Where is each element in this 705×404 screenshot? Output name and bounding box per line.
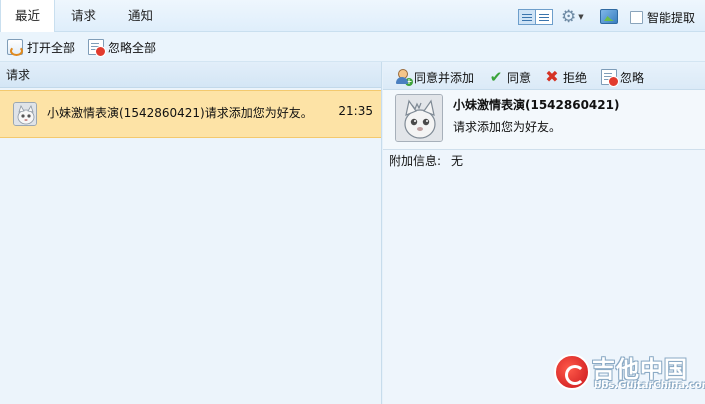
ignore-all-button[interactable]: 忽略全部 — [88, 38, 157, 57]
action-toolbar: 打开全部 忽略全部 — [0, 32, 705, 62]
agree-button[interactable]: ✔ 同意 — [488, 68, 531, 86]
agree-label: 同意 — [507, 70, 532, 85]
smart-extract-checkbox[interactable] — [630, 10, 643, 24]
requester-profile: 小妹激情表演(1542860421) 请求添加您为好友。 — [383, 90, 705, 150]
smart-extract-label: 智能提取 — [647, 10, 696, 25]
ignore-button[interactable]: 忽略 — [601, 68, 645, 87]
request-message: 请求添加您为好友。 — [453, 120, 562, 134]
ignore-label: 忽略 — [620, 70, 645, 85]
request-list-header: 请求 — [0, 62, 381, 88]
ignore-all-label: 忽略全部 — [108, 40, 157, 55]
open-all-button[interactable]: 打开全部 — [7, 38, 75, 56]
smart-extract-toggle[interactable]: 智能提取 — [630, 9, 695, 25]
ignore-all-icon — [88, 39, 106, 57]
tab-request[interactable]: 请求 — [56, 0, 111, 32]
agree-and-add-button[interactable]: + 同意并添加 — [395, 68, 474, 86]
open-all-label: 打开全部 — [27, 40, 76, 55]
request-list-item[interactable]: 小妹激情表演(1542860421)请求添加您为好友。 21:35 — [0, 90, 381, 138]
tab-recent[interactable]: 最近 — [0, 0, 55, 33]
detail-view-option[interactable] — [519, 10, 536, 24]
watermark-title: 吉他中国 — [592, 357, 688, 383]
avatar[interactable] — [395, 94, 443, 142]
tab-notice[interactable]: 通知 — [113, 0, 168, 32]
settings-menu-button[interactable]: ⚙ ▼ — [561, 7, 589, 27]
request-item-time: 21:35 — [338, 104, 373, 118]
requester-name: 小妹激情表演(1542860421) — [453, 98, 620, 112]
request-item-text: 小妹激情表演(1542860421)请求添加您为好友。 — [47, 106, 313, 120]
open-all-icon — [7, 39, 23, 56]
tab-bar: 最近 请求 通知 ⚙ ▼ 智能提取 — [0, 0, 705, 33]
close-icon: ✖ — [545, 67, 559, 86]
watermark-url: bbs.GuitarChina.com — [594, 380, 705, 391]
image-icon[interactable] — [600, 9, 618, 24]
reject-button[interactable]: ✖ 拒绝 — [544, 68, 587, 86]
extra-info: 附加信息: 无 — [389, 152, 463, 169]
check-icon: ✔ — [489, 68, 503, 86]
avatar — [13, 102, 37, 126]
agree-and-add-label: 同意并添加 — [414, 70, 475, 85]
reject-label: 拒绝 — [563, 70, 588, 85]
gear-icon: ⚙ — [561, 7, 577, 27]
guitar-logo-icon — [554, 354, 590, 390]
list-view-icon[interactable] — [518, 9, 553, 25]
chevron-down-icon: ▼ — [578, 13, 584, 21]
extra-info-label: 附加信息: — [389, 154, 442, 168]
site-watermark: 吉他中国 bbs.GuitarChina.com — [548, 350, 705, 396]
compact-view-option[interactable] — [536, 10, 552, 24]
ignore-icon — [601, 69, 619, 87]
extra-info-value: 无 — [451, 154, 464, 168]
request-list-panel: 请求 小妹激情表演(1542860421)请求添加您为好友。 21:35 — [0, 62, 382, 404]
add-user-icon: + — [395, 69, 413, 86]
detail-toolbar: + 同意并添加 ✔ 同意 ✖ 拒绝 忽略 — [383, 62, 705, 90]
